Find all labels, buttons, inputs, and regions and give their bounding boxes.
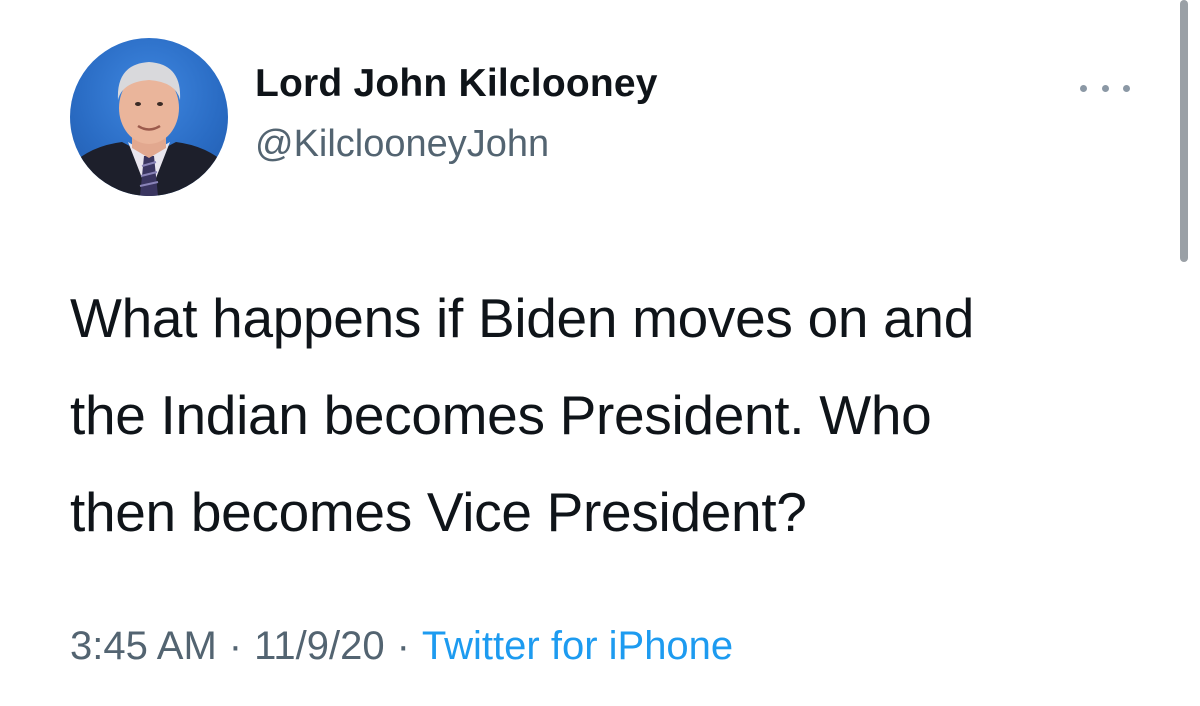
author-handle[interactable]: @KilclooneyJohn (255, 123, 549, 166)
more-options-button[interactable] (1080, 76, 1130, 100)
profile-photo-icon (70, 62, 228, 196)
more-options-icon-dot (1101, 84, 1109, 92)
tweet-metadata: 3:45 AM · 11/9/20 · Twitter for iPhone (70, 624, 733, 669)
more-options-icon-dot (1123, 84, 1130, 92)
scrollbar-thumb[interactable] (1180, 0, 1188, 262)
more-options-icon (1080, 84, 1087, 92)
tweet-time[interactable]: 3:45 AM (70, 624, 217, 668)
tweet-text-line: What happens if Biden moves on and (70, 287, 974, 349)
tweet-text-line: then becomes Vice President? (70, 481, 807, 543)
author-display-name[interactable]: Lord John Kilclooney (255, 62, 658, 106)
author-avatar[interactable] (70, 38, 228, 196)
tweet-card: Lord John Kilclooney @KilclooneyJohn Wha… (0, 0, 1200, 706)
tweet-text: What happens if Biden moves on and the I… (70, 270, 1150, 561)
meta-separator: · (228, 624, 243, 668)
tweet-date[interactable]: 11/9/20 (254, 624, 385, 668)
tweet-text-line: the Indian becomes President. Who (70, 384, 932, 446)
meta-separator: · (396, 624, 410, 668)
tweet-source-link[interactable]: Twitter for iPhone (422, 624, 733, 668)
